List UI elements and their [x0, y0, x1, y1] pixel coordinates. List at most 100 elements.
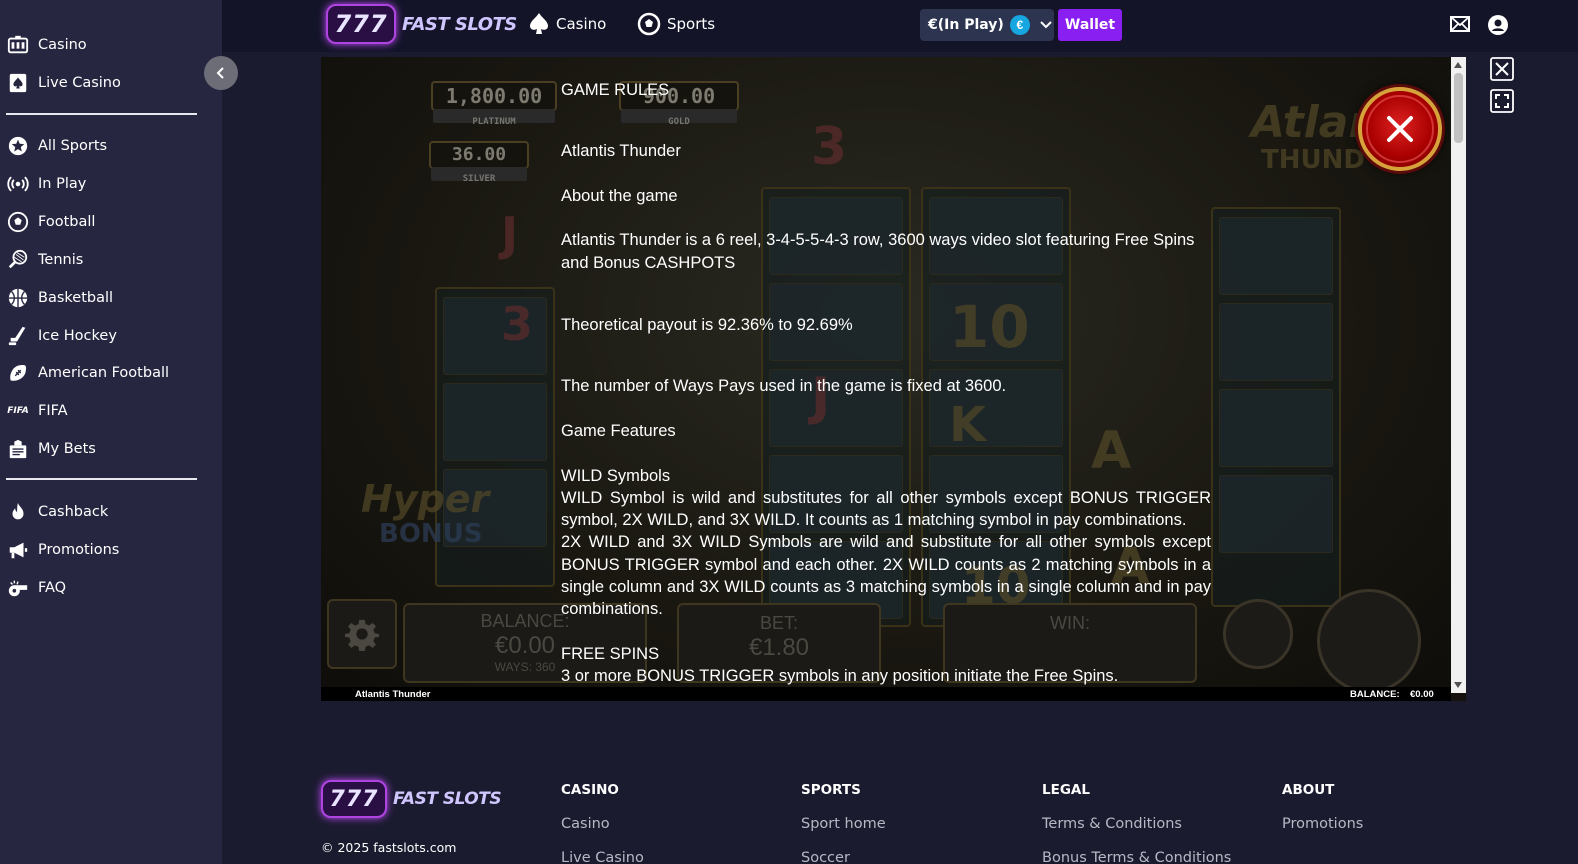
footer-link-sport-home[interactable]: Sport home [801, 816, 886, 832]
fullscreen-icon[interactable] [1490, 89, 1514, 113]
close-icon [1387, 116, 1413, 142]
spin-button [1317, 589, 1421, 693]
game-rules-content: GAME RULES Atlantis Thunder About the ga… [561, 79, 1211, 688]
logo-sevens: 777 [321, 780, 387, 818]
spade-icon [530, 13, 548, 34]
scroll-up-arrow-icon[interactable] [1454, 62, 1462, 68]
footer-heading-legal: LEGAL [1042, 782, 1090, 798]
close-rules-button[interactable] [1358, 87, 1442, 171]
top-header: 777 FAST SLOTS Casino Sports €(In Play) … [222, 0, 1578, 52]
sidebar-item-ice-hockey[interactable]: Ice Hockey [6, 321, 117, 351]
whistle-icon [6, 576, 30, 600]
soccer-ball-icon [637, 12, 661, 36]
reel-cell [1219, 217, 1333, 295]
footer-heading-about: ABOUT [1282, 782, 1335, 798]
copyright-text: © 2025 fastslots.com [321, 840, 457, 855]
sidebar-item-label: FAQ [38, 580, 67, 596]
sidebar: Casino Live Casino All Sports In Play Fo… [0, 0, 238, 864]
jackpot-value: 36.00 [451, 144, 507, 165]
user-account-icon[interactable] [1488, 15, 1508, 40]
hyper-bonus-text: Hyper [361, 477, 490, 521]
reel-cell [1219, 475, 1333, 553]
sidebar-item-label: Cashback [38, 504, 109, 520]
jackpot-value: 1,800.00 [445, 84, 543, 108]
footer-link-terms[interactable]: Terms & Conditions [1042, 816, 1182, 832]
bet-slip-icon [6, 437, 30, 461]
footer-link-soccer[interactable]: Soccer [801, 850, 850, 864]
autoplay-button [1223, 599, 1293, 669]
chevron-left-icon [216, 67, 224, 79]
collapse-sidebar-button[interactable] [204, 56, 238, 90]
balance-value: €(In Play) [928, 17, 1004, 33]
sidebar-item-casino[interactable]: Casino [6, 30, 87, 60]
rules-about-heading: About the game [561, 186, 678, 205]
sidebar-item-basketball[interactable]: Basketball [6, 283, 113, 313]
card-spade-icon [6, 71, 30, 95]
footer-heading-casino: CASINO [561, 782, 619, 798]
sidebar-item-faq[interactable]: FAQ [6, 573, 66, 603]
sidebar-item-live-casino[interactable]: Live Casino [6, 68, 121, 98]
site-logo[interactable]: 777 FAST SLOTS [326, 4, 517, 44]
logo-sevens: 777 [326, 4, 396, 44]
jackpot-platinum: 1,800.00 PLATINUM [431, 81, 557, 127]
footer-link-bonus-terms[interactable]: Bonus Terms & Conditions [1042, 850, 1231, 864]
sidebar-item-american-football[interactable]: American Football [6, 358, 169, 388]
rules-scrollbar[interactable] [1451, 57, 1466, 693]
rules-ways-text: The number of Ways Pays used in the game… [561, 377, 1007, 396]
jackpot-label: PLATINUM [433, 109, 555, 127]
jackpot-silver: 36.00 SILVER [429, 141, 529, 184]
reel-symbol: 3 [501, 297, 534, 351]
rules-features-heading: Game Features [561, 421, 676, 440]
sidebar-divider [6, 478, 197, 480]
game-footer-balance-label: BALANCE: [1350, 689, 1400, 700]
megaphone-icon [6, 538, 30, 562]
sidebar-item-all-sports[interactable]: All Sports [6, 131, 107, 161]
sidebar-item-promotions[interactable]: Promotions [6, 535, 119, 565]
rules-game-name: Atlantis Thunder [561, 142, 681, 161]
scroll-down-arrow-icon[interactable] [1454, 682, 1462, 688]
star-badge-icon [6, 134, 30, 158]
broadcast-icon [6, 172, 30, 196]
rules-payout-text: Theoretical payout is 92.36% to 92.69% [561, 316, 853, 335]
basketball-icon [6, 286, 30, 310]
sidebar-item-label: My Bets [38, 441, 96, 457]
rules-wild-text: WILD Symbol is wild and substitutes for … [561, 488, 1211, 530]
rules-about-text: Atlantis Thunder is a 6 reel, 3-4-5-5-4-… [561, 231, 1195, 272]
reel-column [1211, 207, 1341, 607]
chevron-down-icon [1040, 21, 1052, 29]
footer-logo[interactable]: 777 FAST SLOTS [321, 780, 502, 818]
reel-symbol: J [501, 207, 519, 261]
scrollbar-thumb[interactable] [1454, 73, 1463, 143]
nav-sports[interactable]: Sports [637, 12, 715, 36]
game-footer-bar: Atlantis Thunder BALANCE: €0.00 [321, 687, 1451, 701]
sidebar-item-label: Tennis [38, 252, 84, 268]
mail-icon[interactable] [1450, 16, 1470, 37]
wallet-button[interactable]: Wallet [1058, 9, 1122, 41]
game-footer-balance-value: €0.00 [1410, 689, 1434, 700]
game-logo-subtext: THUND [1261, 145, 1365, 175]
close-game-icon[interactable] [1490, 57, 1514, 81]
sidebar-item-football[interactable]: Football [6, 207, 95, 237]
footer-link-live-casino[interactable]: Live Casino [561, 850, 644, 864]
footer-link-casino[interactable]: Casino [561, 816, 610, 832]
rules-free-spins-heading: FREE SPINS [561, 644, 660, 663]
footer-heading-sports: SPORTS [801, 782, 861, 798]
nav-sports-label: Sports [667, 15, 716, 33]
game-iframe[interactable]: 1,800.00 PLATINUM 900.00 GOLD 36.00 SILV… [321, 57, 1466, 701]
balance-dropdown[interactable]: €(In Play) € [920, 9, 1054, 41]
sidebar-item-cashback[interactable]: Cashback [6, 497, 108, 527]
sidebar-item-label: Live Casino [38, 75, 121, 91]
hyper-bonus-subtext: BONUS [379, 519, 483, 549]
sidebar-item-fifa[interactable]: FIFA FIFA [6, 396, 67, 426]
nav-casino[interactable]: Casino [528, 12, 606, 36]
nav-casino-label: Casino [556, 15, 607, 33]
sidebar-item-label: In Play [38, 176, 87, 192]
euro-currency-icon: € [1009, 15, 1030, 35]
footer-link-promotions[interactable]: Promotions [1282, 816, 1363, 832]
sidebar-item-tennis[interactable]: Tennis [6, 245, 83, 275]
sidebar-item-label: Casino [38, 37, 87, 53]
sidebar-item-my-bets[interactable]: My Bets [6, 434, 96, 464]
sidebar-item-in-play[interactable]: In Play [6, 169, 86, 199]
jackpot-label: SILVER [431, 167, 527, 184]
fifa-logo-icon: FIFA [7, 406, 29, 416]
